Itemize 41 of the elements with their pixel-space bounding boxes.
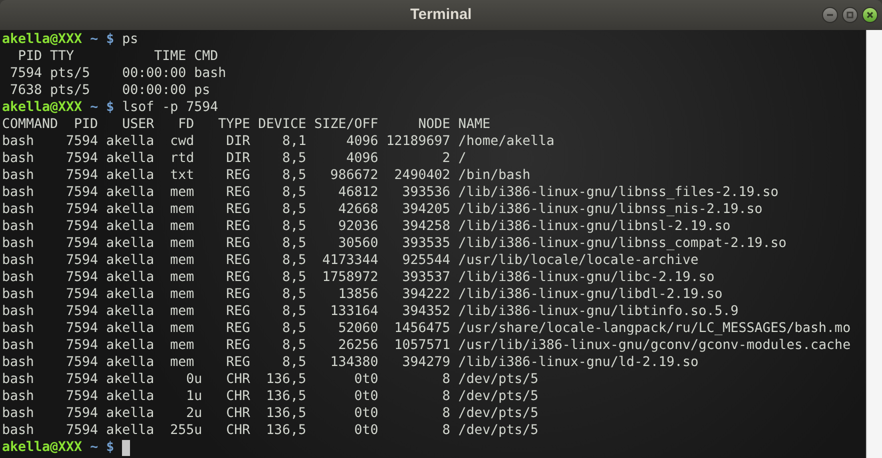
terminal-line: bash 7594 akella mem REG 8,5 26256 1057571 /usr/lib/i386-linux-gnu/gconv/gconv-modules.cache [2,337,851,354]
terminal-line: bash 7594 akella 0u CHR 136,5 0t0 8 /dev/pts/5 [2,371,538,388]
terminal-line: 7638 pts/5 00:00:00 ps [9,82,210,99]
terminal-line: bash 7594 akella mem REG 8,5 13856 394222 /lib/i386-linux-gnu/libdl-2.19.so [2,286,722,303]
prompt-user: akella@XXX [2,99,82,116]
terminal-line: bash 7594 akella rtd DIR 8,5 4096 2 / [2,150,466,167]
maximize-button[interactable] [842,7,858,23]
scrollbar[interactable] [866,30,882,458]
terminal-line: PID TTY TIME CMD [17,48,218,65]
prompt-path: ~ [90,99,98,116]
prompt-symbol: $ [106,99,114,116]
terminal-line: bash 7594 akella 255u CHR 136,5 0t0 8 /dev/pts/5 [2,422,538,439]
terminal-line: bash 7594 akella mem REG 8,5 42668 394205 /lib/i386-linux-gnu/libnss_nis-2.19.so [2,201,763,218]
close-button[interactable] [862,7,878,23]
minimize-button[interactable] [822,7,838,23]
terminal-line: 7594 pts/5 00:00:00 bash [9,65,226,82]
terminal-line: bash 7594 akella mem REG 8,5 1758972 393537 /lib/i386-linux-gnu/libc-2.19.so [2,269,714,286]
command-text: lsof -p 7594 [122,99,218,116]
prompt-symbol: $ [106,439,114,456]
terminal-line: bash 7594 akella 1u CHR 136,5 0t0 8 /dev/pts/5 [2,388,538,405]
terminal-line: bash 7594 akella mem REG 8,5 4173344 925544 /usr/lib/locale/locale-archive [2,252,698,269]
maximize-icon [846,11,854,19]
terminal-line: bash 7594 akella mem REG 8,5 52060 1456475 /usr/share/locale-langpack/ru/LC_MESSAGES/bash.mo [2,320,851,337]
minimize-icon [826,11,834,19]
terminal-line: bash 7594 akella txt REG 8,5 986672 2490402 /bin/bash [2,167,530,184]
terminal-line: bash 7594 akella mem REG 8,5 134380 394279 /lib/i386-linux-gnu/ld-2.19.so [2,354,698,371]
terminal-line: bash 7594 akella mem REG 8,5 92036 394258 /lib/i386-linux-gnu/libnsl-2.19.so [2,218,730,235]
prompt-path: ~ [90,31,98,48]
command-text: ps [122,31,138,48]
terminal-line: bash 7594 akella cwd DIR 8,1 4096 12189697 /home/akella [2,133,554,150]
terminal-line: COMMAND PID USER FD TYPE DEVICE SIZE/OFF NODE NAME [2,116,490,133]
prompt-symbol: $ [106,31,114,48]
terminal-line: bash 7594 akella mem REG 8,5 46812 393536 /lib/i386-linux-gnu/libnss_files-2.19.so [2,184,779,201]
close-icon [866,11,874,19]
terminal-line: bash 7594 akella mem REG 8,5 133164 394352 /lib/i386-linux-gnu/libtinfo.so.5.9 [2,303,738,320]
prompt-path: ~ [90,439,98,456]
prompt-user: akella@XXX [2,31,82,48]
terminal-line: bash 7594 akella 2u CHR 136,5 0t0 8 /dev/pts/5 [2,405,538,422]
terminal-line: bash 7594 akella mem REG 8,5 30560 393535 /lib/i386-linux-gnu/libnss_compat-2.19.so [2,235,787,252]
prompt-user: akella@XXX [2,439,82,456]
window-title: Terminal [410,4,472,25]
